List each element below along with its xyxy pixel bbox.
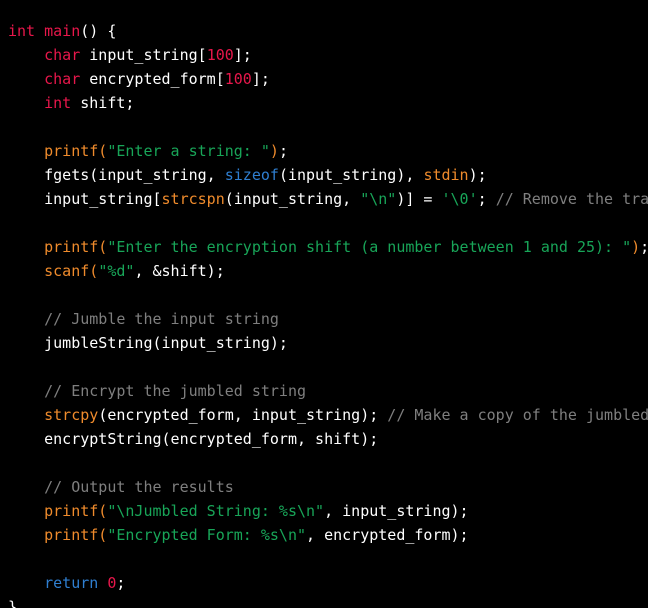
code-line: ​ (8, 115, 648, 139)
code-line: } (8, 595, 648, 608)
code-token-fnred: main (44, 22, 81, 40)
code-token-fn: printf( (44, 142, 108, 160)
code-token-cmt: // Make a copy of the jumbled stri (387, 406, 648, 424)
code-token-kw: int (44, 94, 72, 112)
code-token-pl: encryptString(encrypted_form, shift); (8, 430, 379, 448)
code-line: ​ (8, 547, 648, 571)
code-line: char encrypted_form[100]; (8, 67, 648, 91)
code-token-pl: , input_string); (324, 502, 469, 520)
code-token-pl: , &shift); (134, 262, 225, 280)
code-token-pl: input_string[ (80, 46, 207, 64)
code-line: printf("Encrypted Form: %s\n", encrypted… (8, 523, 648, 547)
code-token-cmt: // Encrypt the jumbled string (44, 382, 307, 400)
code-token-pl: (input_string), (278, 166, 424, 184)
code-token-str: '\0' (441, 190, 478, 208)
code-token-fn: printf( (44, 502, 108, 520)
code-line: ​ (8, 451, 648, 475)
code-token-pl: jumbleString(input_string); (8, 334, 288, 352)
code-line: strcpy(encrypted_form, input_string); //… (8, 403, 648, 427)
code-token-pl: () { (80, 22, 117, 40)
code-line: // Jumble the input string (8, 307, 648, 331)
code-token-pl: (input_string, (224, 190, 361, 208)
code-token-num: 100 (206, 46, 234, 64)
code-token-cmt: // Remove the trailing (495, 190, 648, 208)
code-line: fgets(input_string, sizeof(input_string)… (8, 163, 648, 187)
code-token-str: "Enter the encryption shift (a number be… (107, 238, 632, 256)
code-token-pl: ; (640, 238, 648, 256)
code-line: ​ (8, 211, 648, 235)
code-token-pl: ]; (251, 70, 270, 88)
code-token-str: "%d" (98, 262, 135, 280)
code-line: return 0; (8, 571, 648, 595)
source-code-block[interactable]: int main() { char input_string[100]; cha… (0, 15, 648, 608)
code-line: printf("Enter the encryption shift (a nu… (8, 235, 648, 259)
code-line: input_string[strcspn(input_string, "\n")… (8, 187, 648, 211)
code-token-pl: ; (278, 142, 288, 160)
code-token-fn: strcpy (44, 406, 99, 424)
code-token-pl: , encrypted_form); (306, 526, 469, 544)
code-line: // Encrypt the jumbled string (8, 379, 648, 403)
code-token-fn: printf( (44, 238, 108, 256)
code-token-pl: ]; (233, 46, 252, 64)
code-line: jumbleString(input_string); (8, 331, 648, 355)
code-line: char input_string[100]; (8, 43, 648, 67)
code-token-pl: (encrypted_form, input_string); (98, 406, 388, 424)
code-line: ​ (8, 283, 648, 307)
code-token-pl: )] = (396, 190, 442, 208)
code-line: ​ (8, 355, 648, 379)
code-viewport[interactable]: int main() { char input_string[100]; cha… (0, 0, 648, 608)
code-token-fn: printf( (44, 526, 108, 544)
code-token-num: 100 (224, 70, 252, 88)
code-token-pl: ; (116, 574, 126, 592)
code-token-pl: encrypted_form[ (80, 70, 225, 88)
code-token-pl: ; (477, 190, 496, 208)
code-token-bi: return (44, 574, 99, 592)
code-token-str: "Encrypted Form: %s\n" (107, 526, 307, 544)
code-line: encryptString(encrypted_form, shift); (8, 427, 648, 451)
code-token-pl: } (8, 598, 18, 608)
code-token-pl: shift; (71, 94, 135, 112)
code-token-str: "\nJumbled String: %s\n" (107, 502, 325, 520)
code-token-kw: char (44, 70, 81, 88)
code-line: int main() { (8, 19, 648, 43)
code-token-str: "\n" (360, 190, 397, 208)
code-line: int shift; (8, 91, 648, 115)
code-token-pl: ); (468, 166, 487, 184)
code-line: printf("Enter a string: "); (8, 139, 648, 163)
code-token-kw: char (44, 46, 81, 64)
code-token-str: "Enter a string: " (107, 142, 270, 160)
code-token-pl: input_string[ (8, 190, 162, 208)
code-token-kw: int (8, 22, 36, 40)
code-token-fn: scanf( (44, 262, 99, 280)
code-line: // Output the results (8, 475, 648, 499)
code-token-fn: stdin (423, 166, 469, 184)
code-token-fn: ) (269, 142, 279, 160)
code-token-fn: ) (631, 238, 641, 256)
code-token-fn: strcspn (161, 190, 225, 208)
code-token-bi: sizeof (224, 166, 279, 184)
code-line: printf("\nJumbled String: %s\n", input_s… (8, 499, 648, 523)
code-line: scanf("%d", &shift); (8, 259, 648, 283)
code-token-cmt: // Output the results (44, 478, 234, 496)
code-token-pl: fgets(input_string, (8, 166, 225, 184)
code-token-cmt: // Jumble the input string (44, 310, 279, 328)
